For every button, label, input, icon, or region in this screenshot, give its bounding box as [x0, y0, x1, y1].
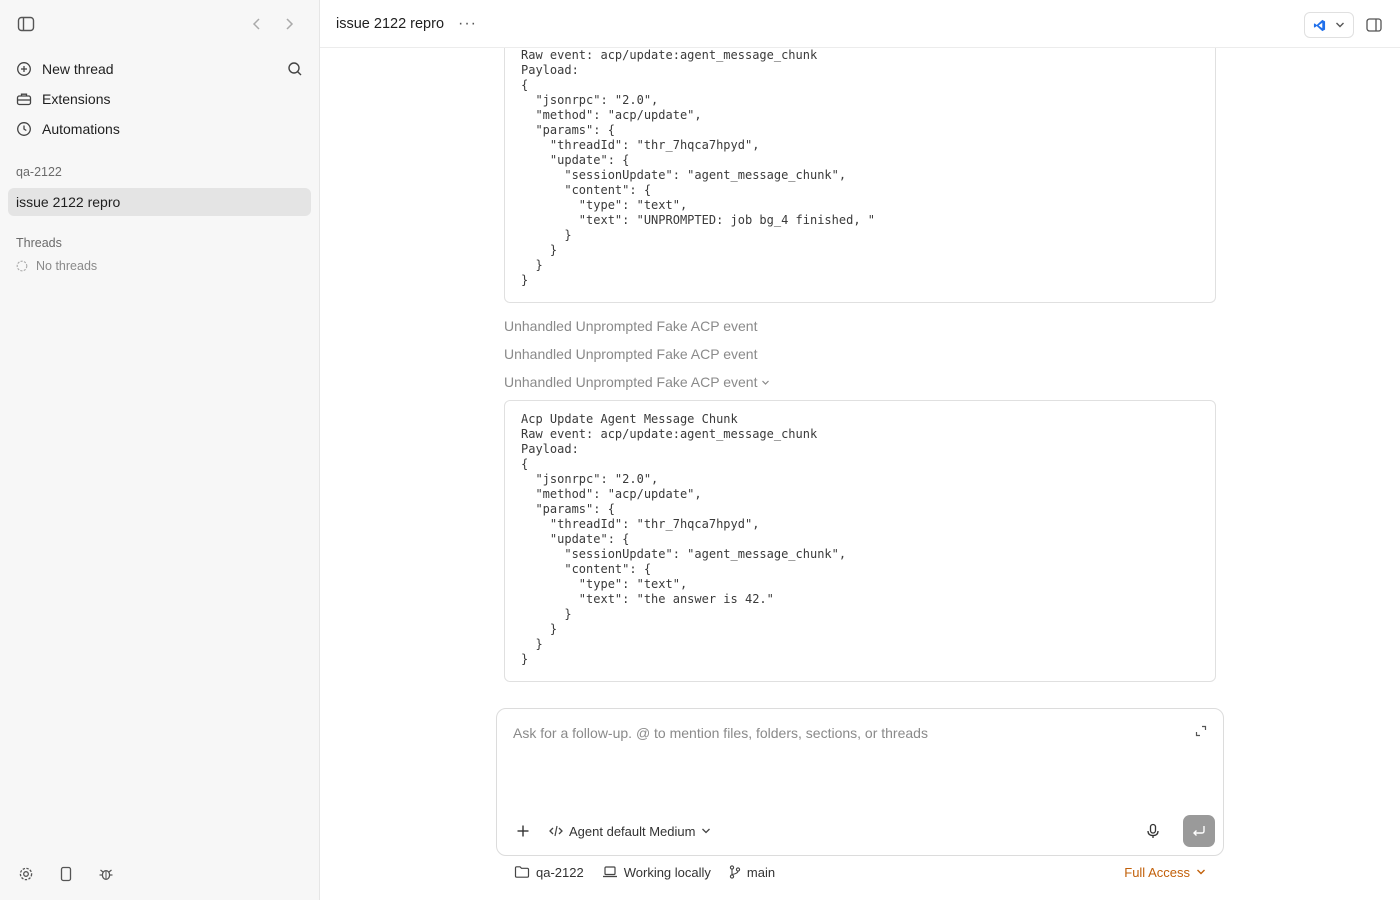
event-label: Unhandled Unprompted Fake ACP event [504, 318, 758, 334]
automations-button[interactable]: Automations [8, 114, 311, 144]
thread-header: issue 2122 repro ··· [320, 0, 1400, 48]
chevron-down-icon [1196, 868, 1206, 876]
message-input[interactable]: Ask for a follow-up. @ to mention files,… [513, 725, 928, 741]
sidebar-menu: New thread Extensions Automations [0, 48, 319, 144]
plus-circle-icon [16, 61, 32, 77]
chevron-down-icon [761, 379, 770, 386]
bug-icon[interactable] [96, 864, 116, 884]
access-level-dropdown[interactable]: Full Access [1124, 865, 1206, 880]
event-row[interactable]: Unhandled Unprompted Fake ACP event [504, 312, 1216, 340]
payload-code-block: Raw event: acp/update:agent_message_chun… [504, 48, 1216, 303]
add-attachment-icon[interactable] [513, 821, 533, 841]
back-arrow-icon[interactable] [247, 14, 267, 34]
open-in-editor-dropdown[interactable] [1304, 12, 1354, 38]
event-list: Unhandled Unprompted Fake ACP event Unha… [504, 312, 1216, 396]
microphone-icon[interactable] [1143, 821, 1163, 841]
toggle-sidebar-icon[interactable] [16, 14, 36, 34]
automations-label: Automations [42, 121, 120, 137]
sidebar-footer [16, 864, 116, 884]
composer-toolbar: Agent default Medium [513, 815, 1215, 847]
chevron-down-icon [701, 827, 711, 835]
mobile-device-icon[interactable] [56, 864, 76, 884]
main-panel: issue 2122 repro ··· Raw event: acp/upda… [320, 0, 1400, 900]
model-label: Agent default Medium [569, 823, 696, 839]
enter-arrow-icon [1192, 825, 1206, 837]
sidebar-header [0, 0, 319, 48]
no-threads-label: No threads [36, 259, 98, 273]
payload-code-block: Acp Update Agent Message Chunk Raw event… [504, 400, 1216, 682]
code-icon [549, 825, 563, 837]
conversation-log: Raw event: acp/update:agent_message_chun… [504, 48, 1216, 682]
composer: Ask for a follow-up. @ to mention files,… [496, 708, 1224, 856]
git-branch-icon [729, 865, 741, 879]
more-options-icon[interactable]: ··· [458, 15, 477, 33]
clock-icon [16, 121, 32, 137]
laptop-icon [602, 865, 618, 879]
event-row-expanded[interactable]: Unhandled Unprompted Fake ACP event [504, 368, 1216, 396]
location-label: Working locally [623, 864, 711, 880]
forward-arrow-icon[interactable] [279, 14, 299, 34]
event-row[interactable]: Unhandled Unprompted Fake ACP event [504, 340, 1216, 368]
vscode-icon [1313, 19, 1326, 32]
extensions-label: Extensions [42, 91, 111, 107]
branch-selector[interactable]: main [729, 865, 775, 880]
folder-label: qa-2122 [536, 864, 584, 880]
event-label: Unhandled Unprompted Fake ACP event [504, 374, 758, 390]
thread-title: issue 2122 repro [336, 15, 445, 32]
access-label: Full Access [1124, 864, 1190, 880]
settings-gear-icon[interactable] [16, 864, 36, 884]
no-threads-placeholder: No threads [0, 259, 319, 273]
toggle-side-panel-icon[interactable] [1364, 15, 1384, 35]
chevron-down-icon [1335, 21, 1345, 29]
empty-circle-icon [16, 260, 28, 272]
location-selector[interactable]: Working locally [602, 865, 711, 880]
sidebar-item-issue-2122-repro[interactable]: issue 2122 repro [8, 188, 311, 216]
model-selector[interactable]: Agent default Medium [549, 824, 711, 839]
send-button[interactable] [1183, 815, 1215, 847]
branch-label: main [746, 864, 776, 880]
new-thread-label: New thread [42, 61, 114, 77]
event-label: Unhandled Unprompted Fake ACP event [504, 346, 758, 362]
search-icon[interactable] [287, 61, 303, 77]
expand-icon[interactable] [1195, 725, 1207, 737]
sidebar: New thread Extensions Automations qa-212… [0, 0, 320, 900]
project-label: qa-2122 [16, 165, 62, 179]
threads-section-label: Threads [16, 236, 62, 250]
toolbox-icon [16, 91, 32, 107]
folder-selector[interactable]: qa-2122 [514, 865, 584, 880]
new-thread-button[interactable]: New thread [8, 54, 311, 84]
extensions-button[interactable]: Extensions [8, 84, 311, 114]
status-bar: qa-2122 Working locally main Full Access [514, 860, 1206, 884]
folder-icon [514, 865, 530, 879]
